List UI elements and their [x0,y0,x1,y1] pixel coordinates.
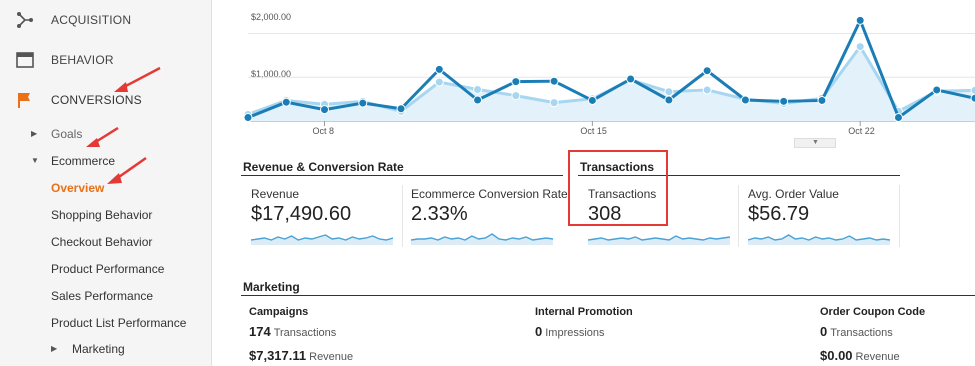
marketing-campaigns-title: Campaigns [249,306,309,318]
data-point [855,42,865,52]
data-point [320,105,330,115]
line-chart [243,15,975,126]
highlight-box [568,150,668,226]
sidebar-item-label: ACQUISITION [51,13,132,27]
chart-expand-handle[interactable]: ▼ [794,138,836,148]
data-point [587,95,597,105]
data-point [396,104,406,114]
sidebar-item-label: CONVERSIONS [51,93,142,107]
data-point [932,85,942,95]
caret-right-icon[interactable]: ▶ [51,344,57,353]
metric-value: $7,317.11 [249,348,307,363]
metric-label: Ecommerce Conversion Rate [411,187,568,201]
sidebar: ACQUISITION BEHAVIOR CONVERSIONS ▶ Goals… [0,0,212,366]
sidebar-item-checkout-behavior[interactable]: Checkout Behavior [51,235,152,249]
data-point [549,76,559,86]
sidebar-item-conversions[interactable]: CONVERSIONS [0,82,212,118]
metric-label: Revenue [251,187,300,201]
data-point [473,95,483,105]
x-tick-label: Oct 15 [580,126,607,136]
marketing-coupon-revenue: $0.00 Revenue [820,347,900,365]
data-point [702,85,712,95]
data-point [664,95,674,105]
sidebar-item-acquisition[interactable]: ACQUISITION [0,2,212,38]
marketing-campaigns-count: 174 Transactions [249,323,336,341]
data-point [817,95,827,105]
sidebar-item-sales-performance[interactable]: Sales Performance [51,289,153,303]
metric-value: 174 [249,324,271,339]
sparkline [748,234,890,245]
data-point [740,95,750,105]
metric-unit: Impressions [545,327,605,339]
marketing-internal-promotion-count: 0 Impressions [535,323,605,341]
section-divider [241,175,563,176]
metric-value: $0.00 [820,348,853,363]
data-point [549,98,559,108]
data-point [511,77,521,87]
main-content: $2,000.00 $1,000.00 Oct 8 Oct 15 Oct 22 ▼ … [213,0,975,366]
data-point [434,64,444,74]
metric-value: 0 [535,324,543,339]
x-tick-label: Oct 22 [848,126,875,136]
sparkline [588,235,730,245]
caret-down-icon[interactable]: ▼ [31,156,39,165]
metric-value: $17,490.60 [251,203,352,225]
x-tick-label: Oct 8 [312,126,335,136]
data-point [779,96,789,106]
sparkline [251,234,393,245]
data-point [243,113,253,122]
data-point [358,98,368,108]
sparkline-area [748,235,890,245]
section-title-revenue: Revenue & Conversion Rate [243,160,404,174]
sparkline [411,233,553,245]
data-point [511,91,521,101]
sidebar-item-goals[interactable]: Goals [51,127,82,141]
sidebar-item-behavior[interactable]: BEHAVIOR [0,42,212,78]
metric-unit: Revenue [855,351,900,363]
data-point [970,85,975,95]
annotation-arrow-icon [86,126,119,147]
section-title-marketing: Marketing [243,280,300,294]
section-divider [241,295,975,296]
sidebar-item-marketing[interactable]: Marketing [72,342,125,356]
acquisition-icon [16,11,34,29]
sidebar-item-product-list-performance[interactable]: Product List Performance [51,316,186,330]
marketing-coupon-title: Order Coupon Code [820,306,926,318]
metric-unit: Transactions [273,327,337,339]
flag-icon [16,91,34,109]
divider [738,185,739,247]
metric-label: Avg. Order Value [748,187,839,201]
metric-value: $56.79 [748,203,810,225]
sidebar-item-shopping-behavior[interactable]: Shopping Behavior [51,208,152,222]
divider [402,185,403,247]
data-point [626,74,636,84]
behavior-icon [16,51,34,69]
caret-right-icon[interactable]: ▶ [31,129,37,138]
data-point [893,113,903,122]
annotation-arrow-icon [114,66,161,92]
sidebar-item-overview[interactable]: Overview [51,181,104,195]
data-point [855,15,865,25]
chevron-down-icon: ▼ [812,139,819,146]
data-point [434,77,444,87]
data-point [970,93,975,103]
metric-unit: Transactions [830,327,893,339]
marketing-internal-promotion-title: Internal Promotion [535,306,633,318]
data-point [281,97,291,107]
sidebar-item-product-performance[interactable]: Product Performance [51,262,164,276]
metric-unit: Revenue [309,351,354,363]
metric-value: 2.33% [411,203,468,225]
data-point [664,87,674,97]
data-point [702,66,712,76]
marketing-campaigns-revenue: $7,317.11 Revenue [249,347,353,365]
divider [899,185,900,247]
marketing-coupon-count: 0 Transactions [820,323,893,341]
metric-value: 0 [820,324,828,339]
sidebar-item-label: BEHAVIOR [51,53,114,67]
annotation-arrow-icon [107,156,147,184]
data-point [473,85,483,94]
